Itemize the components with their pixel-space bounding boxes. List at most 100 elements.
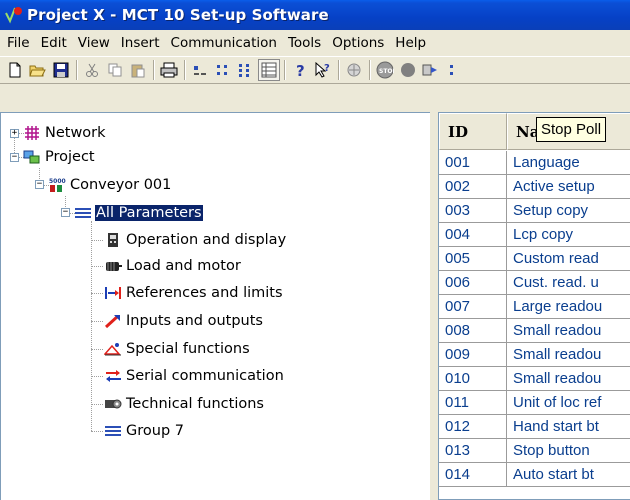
cell-name[interactable]: Small readou [507,319,630,343]
cell-id[interactable]: 010 [439,367,507,391]
table-row[interactable]: 001 Language [439,151,630,175]
cell-id[interactable]: 011 [439,391,507,415]
expand-network-button[interactable]: + [10,129,19,138]
cell-id[interactable]: 012 [439,415,507,439]
tree-item-group[interactable]: Inputs and outputs [104,310,264,332]
network-grid-icon [23,125,41,141]
cell-id[interactable]: 002 [439,175,507,199]
cell-name[interactable]: Language [507,151,630,175]
cell-id[interactable]: 001 [439,151,507,175]
cell-name[interactable]: Active setup [507,175,630,199]
collapse-project-button[interactable]: − [10,153,19,162]
menu-file[interactable]: File [2,32,36,54]
table-row[interactable]: 011 Unit of loc ref [439,391,630,415]
tree-item-group[interactable]: Special functions [104,338,251,360]
menu-view[interactable]: View [73,32,116,54]
more-icon[interactable] [443,59,465,81]
column-header-id[interactable]: ID [439,113,507,150]
cell-id[interactable]: 008 [439,319,507,343]
cell-name[interactable]: Unit of loc ref [507,391,630,415]
details-icon[interactable] [258,59,280,81]
parameter-grid[interactable]: ID Na 001 Language 002 Active setup 003 Setup… [438,112,630,500]
toolbar-separator [338,60,340,80]
table-row[interactable]: 004 Lcp copy [439,223,630,247]
table-row[interactable]: 006 Cust. read. u [439,271,630,295]
new-icon[interactable] [4,59,26,81]
list-icon[interactable] [235,59,257,81]
save-icon[interactable] [50,59,72,81]
cell-id[interactable]: 006 [439,271,507,295]
cell-name[interactable]: Stop button [507,439,630,463]
cell-id[interactable]: 003 [439,199,507,223]
help-icon[interactable]: ? [289,59,311,81]
cell-name[interactable]: Auto start bt [507,463,630,487]
tree-item-group[interactable]: Group 7 [104,420,185,442]
serial-arrows-icon [104,368,122,384]
tree-item-group[interactable]: Serial communication [104,365,285,387]
cut-icon[interactable] [81,59,103,81]
table-row[interactable]: 009 Small readou [439,343,630,367]
cell-name[interactable]: Custom read [507,247,630,271]
cell-id[interactable]: 005 [439,247,507,271]
context-help-icon[interactable]: ? [312,59,334,81]
cell-name[interactable]: Large readou [507,295,630,319]
tree-item-group[interactable]: Technical functions [104,393,265,415]
tree-item-project[interactable]: Project [23,146,96,168]
toolbar-separator [153,60,155,80]
table-row[interactable]: 012 Hand start bt [439,415,630,439]
table-row[interactable]: 008 Small readou [439,319,630,343]
cell-id[interactable]: 007 [439,295,507,319]
menu-communication[interactable]: Communication [166,32,283,54]
parameter-list-icon [104,423,122,439]
table-row[interactable]: 002 Active setup [439,175,630,199]
copy-icon[interactable] [104,59,126,81]
special-functions-icon [104,341,122,357]
tree-item-conveyor[interactable]: 5000 Conveyor 001 [48,174,172,196]
menu-tools[interactable]: Tools [283,32,327,54]
print-icon[interactable] [158,59,180,81]
open-icon[interactable] [27,59,49,81]
menu-options[interactable]: Options [327,32,390,54]
record-icon[interactable] [397,59,419,81]
network-icon[interactable] [343,59,365,81]
table-row[interactable]: 010 Small readou [439,367,630,391]
cell-name[interactable]: Small readou [507,343,630,367]
technical-icon [104,396,122,412]
table-row[interactable]: 003 Setup copy [439,199,630,223]
cell-id[interactable]: 009 [439,343,507,367]
tree-item-all-parameters[interactable]: All Parameters [74,202,204,224]
tree-item-group[interactable]: References and limits [104,282,284,304]
cell-id[interactable]: 014 [439,463,507,487]
collapse-device-button[interactable]: − [35,180,44,189]
large-icons-icon[interactable] [189,59,211,81]
cell-name[interactable]: Setup copy [507,199,630,223]
tree-connector [91,293,103,294]
table-row[interactable]: 007 Large readou [439,295,630,319]
menu-edit[interactable]: Edit [36,32,73,54]
cell-name[interactable]: Cust. read. u [507,271,630,295]
stop-poll-icon[interactable]: STOP [374,59,396,81]
project-tree[interactable]: + − − − Network Project 5000 Conveyor 00… [0,112,430,500]
collapse-all-parameters-button[interactable]: − [61,208,70,217]
cell-name[interactable]: Hand start bt [507,415,630,439]
tree-item-network[interactable]: Network [23,122,107,144]
menu-insert[interactable]: Insert [116,32,166,54]
tree-item-group[interactable]: Load and motor [104,255,242,277]
tree-label: Operation and display [126,232,287,248]
table-row[interactable]: 005 Custom read [439,247,630,271]
paste-icon[interactable] [127,59,149,81]
menu-help[interactable]: Help [390,32,432,54]
tree-connector [91,221,92,431]
panel-splitter[interactable] [430,112,438,500]
tree-item-group[interactable]: Operation and display [104,229,287,251]
cell-id[interactable]: 013 [439,439,507,463]
cell-name[interactable]: Small readou [507,367,630,391]
title-bar[interactable]: Project X - MCT 10 Set-up Software [0,0,630,30]
app-icon[interactable] [4,5,24,25]
table-row[interactable]: 013 Stop button [439,439,630,463]
read-icon[interactable] [420,59,442,81]
cell-name[interactable]: Lcp copy [507,223,630,247]
cell-id[interactable]: 004 [439,223,507,247]
table-row[interactable]: 014 Auto start bt [439,463,630,487]
small-icons-icon[interactable] [212,59,234,81]
